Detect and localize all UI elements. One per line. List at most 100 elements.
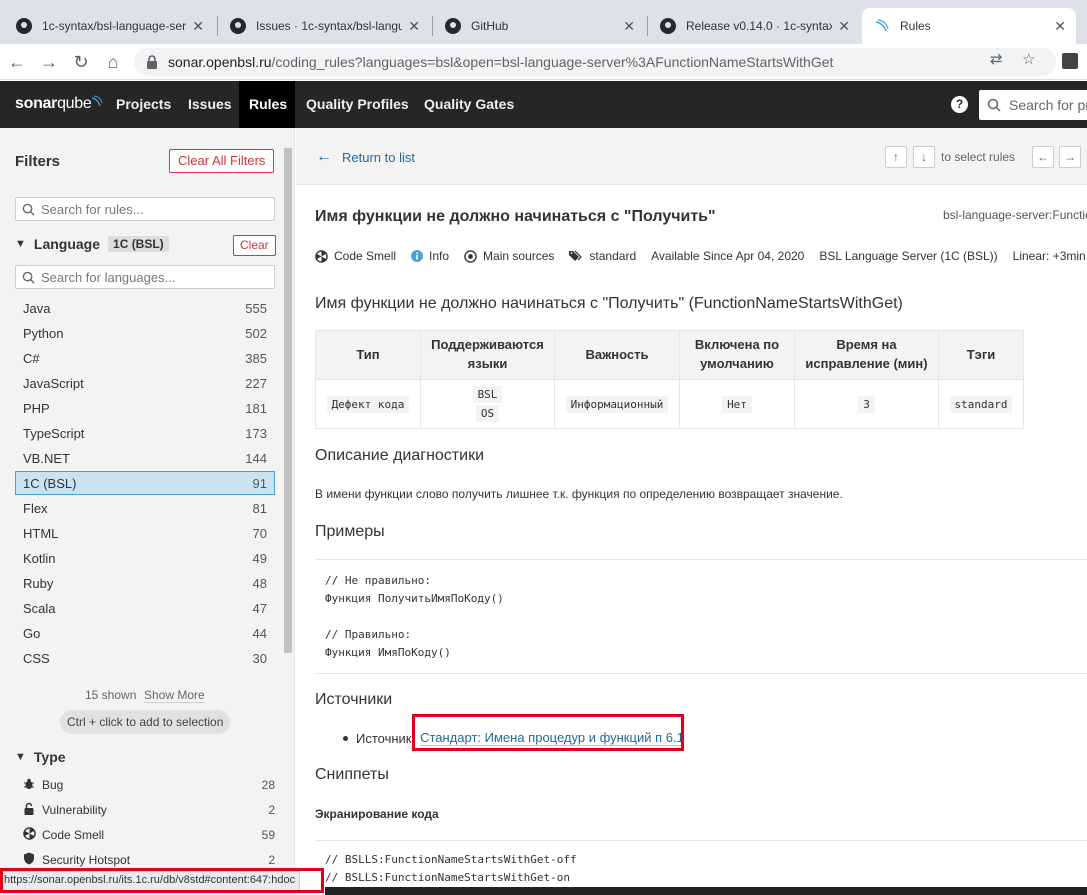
table-cell: standard — [938, 379, 1024, 429]
language-count: 30 — [252, 650, 267, 666]
highlight-box — [0, 868, 324, 893]
meta-remediation: Linear: +3min — [1012, 249, 1086, 263]
meta-severity: Info — [411, 249, 449, 263]
sonarqube-logo[interactable]: sonarqube — [15, 95, 103, 113]
tab-label: GitHub — [471, 19, 509, 33]
browser-tab-active[interactable]: Rules ✕ — [862, 8, 1076, 44]
home-icon[interactable]: ⌂ — [102, 51, 124, 73]
language-item[interactable]: Java 555 — [15, 296, 275, 320]
translate-icon[interactable]: ⇄ — [990, 50, 1003, 68]
nav-quality-profiles[interactable]: Quality Profiles — [296, 81, 419, 128]
language-item[interactable]: Kotlin 49 — [15, 546, 275, 570]
rule-title: Имя функции не должно начинаться с "Полу… — [315, 208, 716, 225]
search-languages-input[interactable]: Search for languages... — [15, 265, 275, 289]
type-value: Дефект кода — [326, 395, 410, 413]
browser-tab[interactable]: 1c-syntax/bsl-language-serv ✕ — [4, 8, 214, 44]
global-search-input[interactable]: Search for pro — [979, 90, 1087, 120]
meta-available-since: Available Since Apr 04, 2020 — [651, 249, 805, 263]
clear-all-filters-button[interactable]: Clear All Filters — [169, 149, 275, 173]
examples-title: Примеры — [315, 523, 385, 540]
sources-title: Источники — [315, 691, 393, 708]
lock-icon — [22, 802, 36, 818]
nav-projects[interactable]: Projects — [106, 81, 181, 128]
language-item[interactable]: PHP 181 — [15, 396, 275, 420]
rule-key: bsl-language-server:FunctionNameStartsWi… — [943, 208, 1087, 222]
language-count: 385 — [245, 350, 267, 366]
nav-rules[interactable]: Rules — [239, 81, 295, 128]
type-name: Vulnerability — [42, 803, 107, 817]
table-cell: 3 — [794, 379, 939, 429]
back-icon[interactable]: ← — [6, 51, 28, 73]
type-count: 28 — [261, 778, 275, 792]
close-icon[interactable]: ✕ — [192, 18, 204, 35]
language-name: Ruby — [23, 575, 54, 591]
close-icon[interactable]: ✕ — [623, 18, 635, 35]
meta-scope: Main sources — [464, 249, 554, 263]
highlight-box — [412, 714, 684, 751]
language-facet-header[interactable]: ▼ Language 1C (BSL) — [15, 236, 169, 252]
language-count: 555 — [245, 300, 267, 316]
language-item[interactable]: Scala 47 — [15, 596, 275, 620]
sonarqube-icon — [875, 19, 889, 32]
show-more-link[interactable]: Show More — [144, 688, 205, 703]
type-item-bug[interactable]: Bug 28 — [22, 773, 275, 797]
language-count: 48 — [252, 575, 267, 591]
type-facet-header[interactable]: ▼ Type — [15, 749, 66, 765]
search-languages-placeholder: Search for languages... — [41, 269, 176, 285]
language-item[interactable]: TypeScript 173 — [15, 421, 275, 445]
browser-tab[interactable]: GitHub ✕ — [433, 8, 645, 44]
language-item[interactable]: VB.NET 144 — [15, 446, 275, 470]
type-count: 2 — [268, 853, 275, 867]
language-name: PHP — [23, 400, 50, 416]
address-bar[interactable]: sonar.openbsl.ru/coding_rules?languages=… — [134, 48, 1056, 76]
table-header: Поддерживаются языки — [420, 330, 555, 380]
language-item-selected[interactable]: 1C (BSL) 91 — [15, 471, 275, 495]
return-to-list-link[interactable]: ← Return to list — [316, 148, 415, 166]
close-icon[interactable]: ✕ — [408, 18, 420, 35]
help-icon[interactable]: ? — [951, 96, 968, 113]
meta-type: Code Smell — [315, 249, 396, 263]
snippets-title: Сниппеты — [315, 766, 389, 783]
language-count: 173 — [245, 425, 267, 441]
meta-tag[interactable]: standard — [569, 249, 636, 263]
sonar-waves-icon — [92, 95, 103, 107]
arrow-left-icon: ← — [316, 148, 332, 165]
examples-code: // Не правильно: Функция ПолучитьИмяПоКо… — [315, 559, 1087, 674]
nav-issues[interactable]: Issues — [178, 81, 242, 128]
reload-icon[interactable]: ↻ — [70, 51, 92, 73]
browser-tab[interactable]: Release v0.14.0 · 1c-syntax/b ✕ — [648, 8, 860, 44]
search-rules-input[interactable]: Search for rules... — [15, 197, 275, 221]
language-item[interactable]: JavaScript 227 — [15, 371, 275, 395]
type-item-code-smell[interactable]: Code Smell 59 — [22, 823, 275, 847]
language-item[interactable]: CSS 30 — [15, 646, 275, 670]
table-row: Дефект кода BSL OS Информационный Нет 3 s… — [315, 379, 1024, 429]
select-rules-hint: to select rules — [941, 150, 1016, 164]
type-item-vulnerability[interactable]: Vulnerability 2 — [22, 798, 275, 822]
selection-hint: Ctrl + click to add to selection — [60, 710, 231, 734]
close-icon[interactable]: ✕ — [1054, 18, 1066, 35]
language-name: Flex — [23, 500, 48, 516]
nav-quality-gates[interactable]: Quality Gates — [414, 81, 524, 128]
sidebar-scrollbar[interactable] — [284, 148, 292, 653]
language-item[interactable]: Go 44 — [15, 621, 275, 645]
language-item[interactable]: HTML 70 — [15, 521, 275, 545]
language-item[interactable]: Ruby 48 — [15, 571, 275, 595]
filters-title: Filters — [15, 153, 61, 170]
language-item[interactable]: Flex 81 — [15, 496, 275, 520]
github-icon — [230, 18, 246, 34]
url-host: sonar.openbsl.ru — [168, 54, 272, 70]
language-item[interactable]: C# 385 — [15, 346, 275, 370]
language-count: 144 — [245, 450, 267, 466]
clear-language-button[interactable]: Clear — [233, 235, 276, 256]
close-icon[interactable]: ✕ — [838, 18, 850, 35]
language-item[interactable]: Python 502 — [15, 321, 275, 345]
rule-params-table: Тип Поддерживаются языки Важность Включе… — [315, 330, 1024, 429]
language-name: Kotlin — [23, 550, 56, 566]
extension-icon[interactable] — [1062, 53, 1078, 69]
filters-sidebar: Filters Clear All Filters Search for rul… — [0, 128, 295, 895]
forward-icon[interactable]: → — [38, 51, 60, 73]
table-header-row: Тип Поддерживаются языки Важность Включе… — [315, 330, 1024, 380]
browser-tab[interactable]: Issues · 1c-syntax/bsl-langua ✕ — [218, 8, 430, 44]
star-icon[interactable]: ☆ — [1022, 50, 1035, 68]
tab-label: 1c-syntax/bsl-language-serv — [42, 19, 187, 33]
